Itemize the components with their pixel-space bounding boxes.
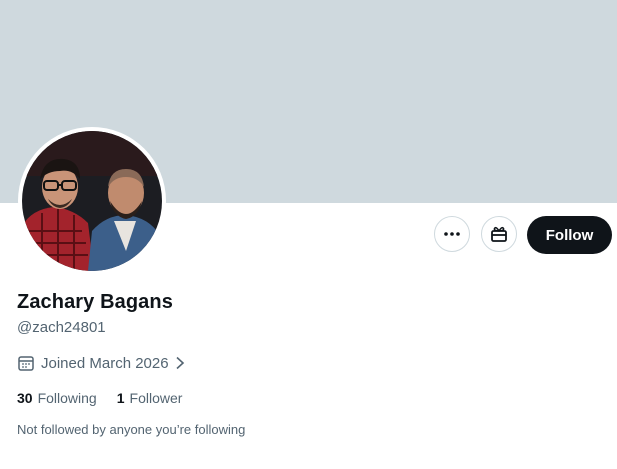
user-handle: @zach24801 [17,319,106,336]
gift-icon [491,226,507,242]
display-name: Zachary Bagans [17,291,173,313]
joined-text: Joined March 2026 [41,354,169,372]
followers-count: 1 [116,390,125,406]
joined-date[interactable]: Joined March 2026 [17,354,185,372]
followers-label: Follower [129,390,183,406]
follow-button[interactable]: Follow [527,216,612,254]
follow-stats: 30 Following 1 Follower [17,390,182,406]
avatar-photo [22,131,162,271]
avatar[interactable] [18,127,166,275]
gift-button[interactable] [481,216,517,252]
chevron-right-icon [176,356,184,370]
more-horizontal-icon [444,232,460,236]
followers-link[interactable]: 1 Follower [117,390,183,406]
following-link[interactable]: 30 Following [17,390,97,406]
not-followed-notice: Not followed by anyone you’re following [17,422,246,437]
following-label: Following [37,390,97,406]
more-options-button[interactable] [434,216,470,252]
calendar-icon [18,356,34,371]
following-count: 30 [17,390,33,406]
